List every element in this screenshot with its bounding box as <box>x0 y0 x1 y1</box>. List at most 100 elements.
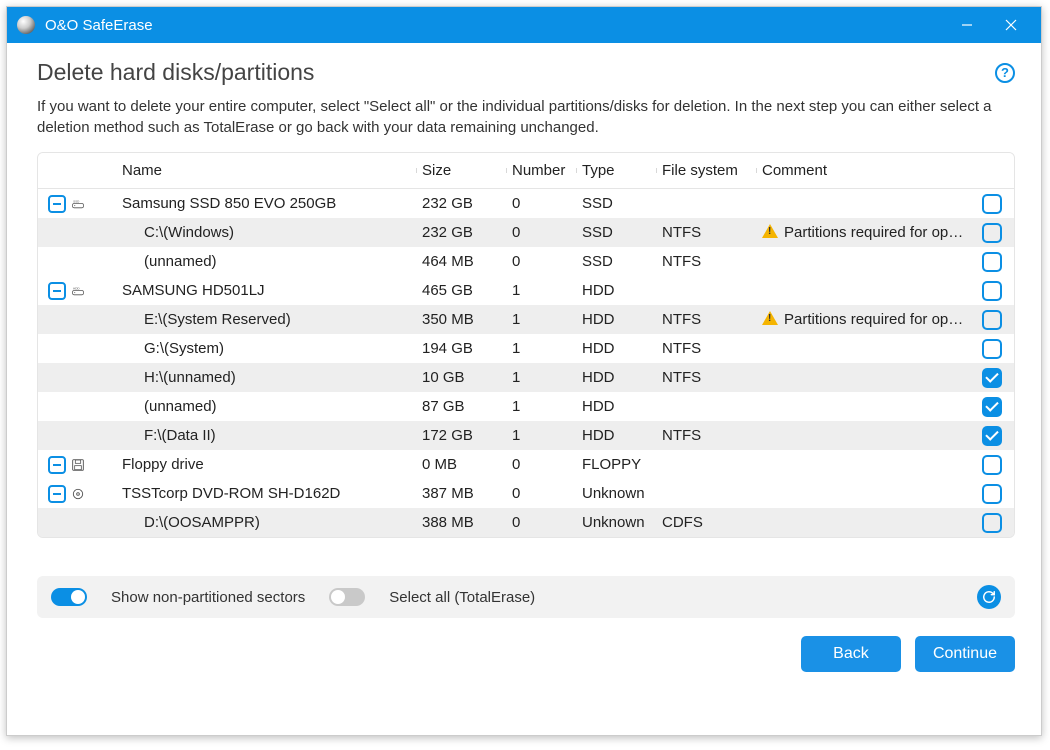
page-title: Delete hard disks/partitions <box>37 59 314 86</box>
partition-checkbox[interactable] <box>982 397 1002 417</box>
partition-fs: NTFS <box>658 369 758 386</box>
partition-size: 172 GB <box>418 427 508 444</box>
drive-name: Floppy drive <box>118 456 418 473</box>
floppy-icon <box>68 456 88 474</box>
warning-icon <box>762 224 778 238</box>
partition-fs: NTFS <box>658 224 758 241</box>
partition-size: 194 GB <box>418 340 508 357</box>
partition-number: 1 <box>508 427 578 444</box>
partition-type: Unknown <box>578 514 658 531</box>
partition-size: 10 GB <box>418 369 508 386</box>
drive-size: 387 MB <box>418 485 508 502</box>
ssd-part-icon: SSD <box>68 253 94 271</box>
options-bar: Show non-partitioned sectors Select all … <box>37 576 1015 618</box>
partition-number: 1 <box>508 369 578 386</box>
drive-name: SAMSUNG HD501LJ <box>118 282 418 299</box>
partition-size: 388 MB <box>418 514 508 531</box>
show-nonpartitioned-toggle[interactable] <box>51 588 87 606</box>
svg-text:SSD: SSD <box>73 199 80 203</box>
continue-button[interactable]: Continue <box>915 636 1015 672</box>
partition-checkbox[interactable] <box>982 513 1002 533</box>
partition-name: E:\(System Reserved) <box>118 311 418 328</box>
partition-checkbox[interactable] <box>982 252 1002 272</box>
warning-icon <box>762 311 778 325</box>
warning-text: Partitions required for operation. <box>784 224 970 241</box>
partition-type: HDD <box>578 427 658 444</box>
partition-name: H:\(unnamed) <box>118 369 418 386</box>
app-icon <box>17 16 35 34</box>
back-button[interactable]: Back <box>801 636 901 672</box>
drive-name: TSSTcorp DVD-ROM SH-D162D <box>118 485 418 502</box>
partition-name: D:\(OOSAMPPR) <box>118 514 418 531</box>
close-button[interactable] <box>989 7 1033 43</box>
partition-size: 350 MB <box>418 311 508 328</box>
drive-name: Samsung SSD 850 EVO 250GB <box>118 195 418 212</box>
collapse-icon[interactable] <box>48 485 66 503</box>
drive-checkbox[interactable] <box>982 281 1002 301</box>
partition-fs: NTFS <box>658 427 758 444</box>
partition-type: HDD <box>578 340 658 357</box>
drive-number: 0 <box>508 195 578 212</box>
partition-number: 1 <box>508 311 578 328</box>
drive-size: 465 GB <box>418 282 508 299</box>
drive-checkbox[interactable] <box>982 194 1002 214</box>
drive-checkbox[interactable] <box>982 484 1002 504</box>
partition-checkbox[interactable] <box>982 339 1002 359</box>
partition-size: 232 GB <box>418 224 508 241</box>
col-number: Number <box>508 162 578 179</box>
partition-row: HDD H:\(unnamed) 10 GB 1 HDD NTFS <box>38 363 1014 392</box>
drive-row: HDD SAMSUNG HD501LJ 465 GB 1 HDD <box>38 276 1014 305</box>
footer-buttons: Back Continue <box>37 618 1015 692</box>
show-nonpartitioned-label: Show non-partitioned sectors <box>111 589 305 606</box>
partition-fs: CDFS <box>658 514 758 531</box>
partition-name: (unnamed) <box>118 398 418 415</box>
partition-number: 0 <box>508 253 578 270</box>
drive-type: HDD <box>578 282 658 299</box>
partition-row: HDD F:\(Data II) 172 GB 1 HDD NTFS <box>38 421 1014 450</box>
collapse-icon[interactable] <box>48 195 66 213</box>
drive-checkbox[interactable] <box>982 455 1002 475</box>
table-header: Name Size Number Type File system Commen… <box>38 153 1014 189</box>
partition-size: 464 MB <box>418 253 508 270</box>
collapse-icon[interactable] <box>48 282 66 300</box>
partition-row: D:\(OOSAMPPR) 388 MB 0 Unknown CDFS <box>38 508 1014 537</box>
partition-name: (unnamed) <box>118 253 418 270</box>
app-window: O&O SafeErase Delete hard disks/partitio… <box>6 6 1042 736</box>
drive-number: 0 <box>508 456 578 473</box>
partition-type: HDD <box>578 398 658 415</box>
col-name: Name <box>118 162 418 179</box>
partition-checkbox[interactable] <box>982 223 1002 243</box>
partition-row: SSD (unnamed) 464 MB 0 SSD NTFS <box>38 247 1014 276</box>
partition-type: SSD <box>578 253 658 270</box>
drive-size: 0 MB <box>418 456 508 473</box>
titlebar: O&O SafeErase <box>7 7 1041 43</box>
drive-type: Unknown <box>578 485 658 502</box>
drive-size: 232 GB <box>418 195 508 212</box>
disk-table: Name Size Number Type File system Commen… <box>37 152 1015 538</box>
hdd-part-icon: HDD <box>68 340 94 358</box>
page-description: If you want to delete your entire comput… <box>37 96 1015 138</box>
col-type: Type <box>578 162 658 179</box>
partition-checkbox[interactable] <box>982 368 1002 388</box>
partition-comment: Partitions required for operation. <box>758 311 970 328</box>
col-fs: File system <box>658 162 758 179</box>
partition-row: HDD E:\(System Reserved) 350 MB 1 HDD NT… <box>38 305 1014 334</box>
refresh-button[interactable] <box>977 585 1001 609</box>
partition-row: HDD (unnamed) 87 GB 1 HDD <box>38 392 1014 421</box>
partition-name: C:\(Windows) <box>118 224 418 241</box>
help-icon[interactable]: ? <box>995 63 1015 83</box>
partition-type: HDD <box>578 311 658 328</box>
partition-checkbox[interactable] <box>982 310 1002 330</box>
partition-type: HDD <box>578 369 658 386</box>
partition-comment: Partitions required for operation. <box>758 224 970 241</box>
partition-checkbox[interactable] <box>982 426 1002 446</box>
collapse-icon[interactable] <box>48 456 66 474</box>
select-all-toggle[interactable] <box>329 588 365 606</box>
partition-fs: NTFS <box>658 340 758 357</box>
drive-row: TSSTcorp DVD-ROM SH-D162D 387 MB 0 Unkno… <box>38 479 1014 508</box>
col-comment: Comment <box>758 162 970 179</box>
partition-type: SSD <box>578 224 658 241</box>
warning-text: Partitions required for operation. <box>784 311 970 328</box>
minimize-button[interactable] <box>945 7 989 43</box>
partition-number: 0 <box>508 514 578 531</box>
